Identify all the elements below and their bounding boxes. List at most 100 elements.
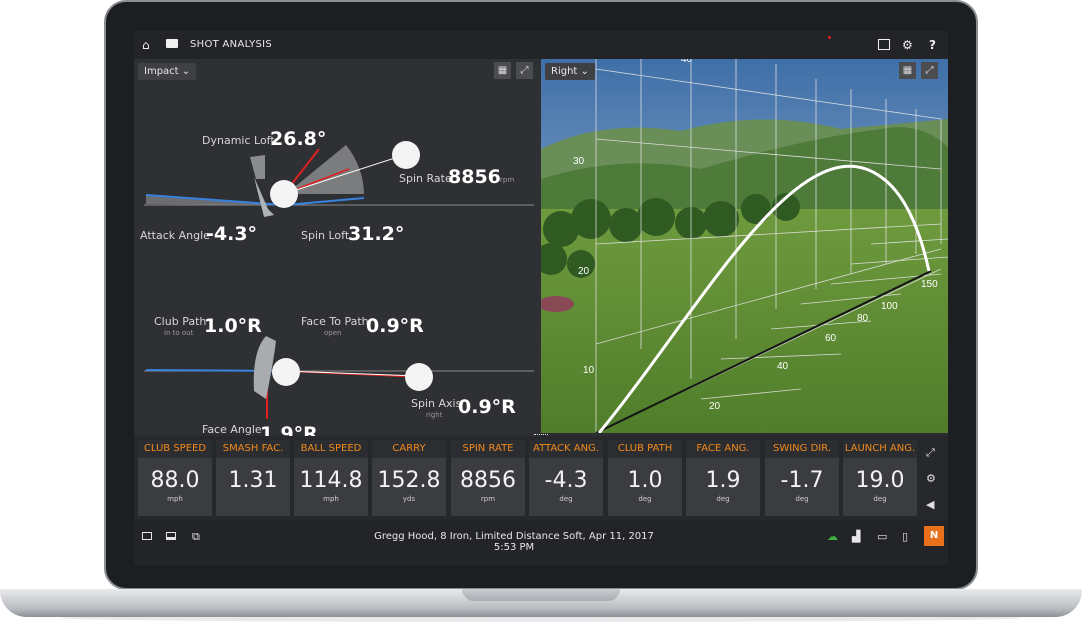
- ball-flight-lower: [405, 363, 433, 391]
- metric-header: SPIN RATE: [451, 440, 525, 458]
- impact-diagram: [144, 141, 534, 419]
- shot-info: Gregg Hood, 8 Iron, Limited Distance Sof…: [374, 531, 654, 553]
- metric-tile[interactable]: SPIN RATE 8856 rpm: [451, 440, 525, 516]
- distance-tick: 100: [881, 301, 898, 312]
- metric-value: 1.9: [705, 468, 741, 493]
- spin-axis-label: Spin Axis: [411, 397, 462, 410]
- help-icon[interactable]: ?: [929, 38, 936, 52]
- metric-header: LAUNCH ANG.: [843, 440, 917, 458]
- club-path-label: Club Path: [154, 315, 207, 328]
- height-tick: 10: [583, 365, 595, 376]
- attack-angle-value: -4.3°: [206, 223, 258, 245]
- metric-value: 1.31: [228, 468, 278, 493]
- metric-header: ATTACK ANG.: [529, 440, 603, 458]
- folder-icon[interactable]: [166, 39, 178, 48]
- expand-icon[interactable]: ⤢: [926, 446, 935, 460]
- spin-loft-value: 31.2°: [348, 223, 405, 245]
- metric-tile[interactable]: FACE ANG. 1.9 deg: [686, 440, 760, 516]
- height-tick: 20: [578, 266, 590, 277]
- dynamic-loft-label: Dynamic Loft: [202, 134, 275, 147]
- club-head-lower: [253, 336, 276, 399]
- face-angle-label: Face Angle: [202, 423, 262, 436]
- spin-loft-label: Spin Loft: [301, 229, 350, 242]
- distance-tick: 40: [777, 361, 789, 372]
- metric-tile[interactable]: LAUNCH ANG. 19.0 deg: [843, 440, 917, 516]
- metric-unit: deg: [873, 495, 887, 503]
- status-bar: ⧉ Gregg Hood, 8 Iron, Limited Distance S…: [134, 520, 948, 565]
- metric-value: 152.8: [377, 468, 441, 493]
- face-to-path-sub: open: [324, 329, 342, 337]
- spin-rate-value: 8856: [448, 166, 501, 188]
- ball-direction-line: [283, 370, 420, 377]
- document-icon[interactable]: ▯: [902, 530, 908, 543]
- grid-view-button[interactable]: ▦: [899, 62, 916, 79]
- attack-angle-label: Attack Angle: [140, 229, 210, 242]
- metric-tile[interactable]: CLUB SPEED 88.0 mph: [138, 440, 212, 516]
- metric-unit: deg: [638, 495, 652, 503]
- impact-panel: Impact ⌄ ▦ ⤢ Dynamic Loft 26.8° Spin Rat…: [134, 59, 541, 445]
- fullscreen-button[interactable]: ⤢: [921, 62, 938, 79]
- app-screen: ⌂ SHOT ANALYSIS ⚙ ? Impact ⌄ ▦ ⤢ Dynamic…: [134, 31, 948, 565]
- spin-rate-unit: rpm: [500, 176, 515, 184]
- distance-tick: 60: [825, 333, 837, 344]
- metric-unit: deg: [559, 495, 573, 503]
- face-to-path-value: 0.9°R: [366, 315, 424, 337]
- club-path-sub: in to out: [164, 329, 194, 337]
- metric-tile[interactable]: SWING DIR. -1.7 deg: [765, 440, 839, 516]
- camera-view-select[interactable]: Right ⌄: [545, 63, 595, 80]
- page-title: SHOT ANALYSIS: [190, 39, 273, 50]
- metric-header: SWING DIR.: [765, 440, 839, 458]
- spin-rate-label: Spin Rate: [399, 172, 452, 185]
- metric-tile[interactable]: ATTACK ANG. -4.3 deg: [529, 440, 603, 516]
- cloud-sync-icon[interactable]: ☁: [827, 530, 838, 543]
- metric-tile[interactable]: CLUB PATH 1.0 deg: [608, 440, 682, 516]
- spin-axis-sub: right: [426, 411, 443, 419]
- metric-header: CLUB PATH: [608, 440, 682, 458]
- spin-loft-arc: [286, 145, 364, 194]
- face-to-path-label: Face To Path: [301, 315, 369, 328]
- metric-unit: mph: [167, 495, 183, 503]
- distance-tick: 150: [921, 279, 938, 290]
- metric-unit: mph: [323, 495, 339, 503]
- distance-tick: 80: [857, 313, 869, 324]
- metric-tile[interactable]: SMASH FAC. 1.31: [216, 440, 290, 516]
- trajectory-scene: 40 30 20 10 20 40 60 80 100 150: [541, 59, 948, 433]
- metric-value: 19.0: [855, 468, 905, 493]
- club-path-value: 1.0°R: [204, 315, 262, 337]
- stats-icon[interactable]: ▟: [852, 530, 860, 543]
- gear-icon[interactable]: ⚙: [902, 38, 913, 52]
- home-icon[interactable]: ⌂: [142, 38, 150, 52]
- metric-value: -1.7: [780, 468, 824, 493]
- ball-flight-upper: [392, 141, 420, 169]
- laptop-notch: [462, 589, 620, 601]
- metric-value: 88.0: [150, 468, 200, 493]
- metric-unit: yds: [402, 495, 416, 503]
- metric-tile[interactable]: BALL SPEED 114.8 mph: [294, 440, 368, 516]
- volume-icon[interactable]: ◀: [926, 498, 934, 511]
- loft-marker: [250, 155, 265, 179]
- copy-icon[interactable]: ⧉: [192, 530, 200, 544]
- metric-unit: deg: [795, 495, 809, 503]
- metric-header: SMASH FAC.: [216, 440, 290, 458]
- record-indicator: [828, 36, 831, 39]
- height-tick: 40: [681, 59, 693, 65]
- ball-impact-upper: [270, 180, 298, 208]
- metric-header: FACE ANG.: [686, 440, 760, 458]
- report-icon[interactable]: [878, 39, 890, 50]
- top-bar: ⌂ SHOT ANALYSIS ⚙ ?: [134, 31, 948, 59]
- metric-tile[interactable]: CARRY 152.8 yds: [372, 440, 446, 516]
- n-button[interactable]: N: [924, 526, 944, 546]
- metric-value: 114.8: [299, 468, 363, 493]
- metric-value: 8856: [460, 468, 516, 493]
- metric-header: CLUB SPEED: [138, 440, 212, 458]
- gear-icon[interactable]: ⚙: [926, 472, 936, 485]
- layout-left-icon[interactable]: [142, 532, 152, 540]
- display-icon[interactable]: ▭: [877, 530, 887, 543]
- dynamic-loft-value: 26.8°: [270, 128, 327, 150]
- layout-bottom-icon[interactable]: [166, 532, 176, 540]
- distance-tick: 20: [709, 401, 721, 412]
- spin-axis-value: 0.9°R: [458, 396, 516, 418]
- metric-header: BALL SPEED: [294, 440, 368, 458]
- metric-value: 1.0: [627, 468, 663, 493]
- trajectory-panel: 40 30 20 10 20 40 60 80 100 150 Right ⌄ …: [541, 59, 948, 433]
